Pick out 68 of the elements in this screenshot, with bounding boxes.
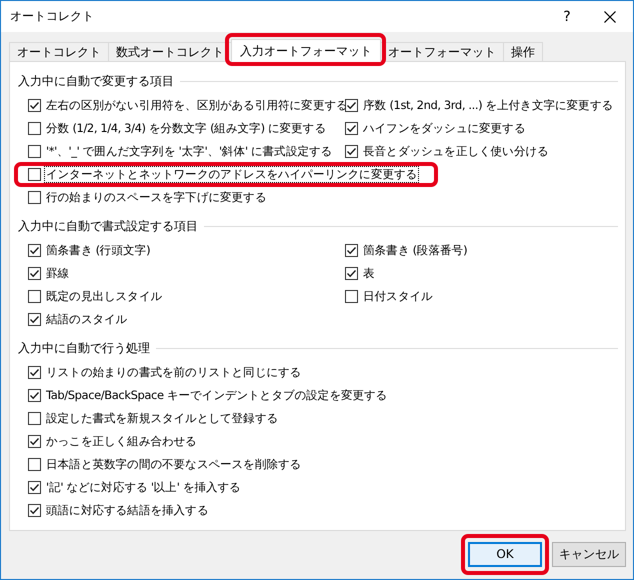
checkbox[interactable] [28,244,41,257]
checkbox[interactable] [28,168,41,181]
checkbox-option[interactable]: 日付スタイル [345,289,434,304]
checkbox-option[interactable]: 頭語に対応する結語を挿入する [28,503,210,518]
checkbox-option[interactable]: '記' などに対応する '以上' を挿入する [28,480,242,495]
checkbox[interactable] [28,122,41,135]
checkbox-option[interactable]: 日本語と英数字の間の不要なスペースを削除する [28,457,302,472]
check-icon [346,268,357,279]
close-icon [604,10,616,22]
checkbox-option[interactable]: インターネットとネットワークのアドレスをハイパーリンクに変更する [28,167,418,182]
tab[interactable]: 操作 [503,42,543,62]
help-button[interactable]: ? [547,2,587,32]
group-title: 入力中に自動で行う処理 [18,340,150,356]
check-icon [346,245,357,256]
checkbox-option[interactable]: 長音とダッシュを正しく使い分ける [345,144,550,159]
group-title: 入力中に自動で書式設定する項目 [18,218,198,234]
checkbox-option[interactable]: 結語のスタイル [28,312,128,327]
tab[interactable]: オートコレクト [9,42,109,62]
checkbox-option[interactable]: リストの始まりの書式を前のリストと同じにする [28,365,302,380]
cancel-button[interactable]: キャンセル [552,542,626,566]
checkbox-option[interactable]: 設定した書式を新規スタイルとして登録する [28,411,280,426]
check-icon [29,245,40,256]
check-icon [29,268,40,279]
checkbox-option[interactable]: 罫線 [28,266,70,281]
ok-button[interactable]: OK [468,542,542,566]
window-title: オートコレクト [10,8,95,25]
checkbox-option[interactable]: 表 [345,266,376,281]
checkbox[interactable] [345,145,358,158]
checkbox-option[interactable]: かっこを正しく組み合わせる [28,434,198,449]
check-icon [29,436,40,447]
checkbox[interactable] [28,435,41,448]
check-icon [29,314,40,325]
checkbox[interactable] [28,389,41,402]
checkbox[interactable] [345,290,358,303]
checkbox-option[interactable]: 行の始まりのスペースを字下げに変更する [28,190,268,205]
check-icon [29,505,40,516]
check-icon [29,367,40,378]
checkbox-option[interactable]: 既定の見出しスタイル [28,289,164,304]
checkbox[interactable] [345,99,358,112]
check-icon [29,100,40,111]
checkbox-option[interactable]: ハイフンをダッシュに変更する [345,121,526,136]
check-icon [346,100,357,111]
tab[interactable]: 入力オートフォーマット [231,39,381,62]
check-icon [29,390,40,401]
checkbox-option[interactable]: Tab/Space/BackSpace キーでインデントとタブの設定を変更する [28,388,388,403]
checkbox[interactable] [28,366,41,379]
checkbox[interactable] [28,99,41,112]
checkbox[interactable] [345,267,358,280]
checkbox[interactable] [28,412,41,425]
checkbox[interactable] [28,313,41,326]
checkbox[interactable] [28,267,41,280]
checkbox[interactable] [345,244,358,257]
checkbox[interactable] [28,504,41,517]
check-icon [29,482,40,493]
check-icon [346,123,357,134]
checkbox-option[interactable]: 箇条書き (段落番号) [345,243,468,258]
checkbox-option[interactable]: 箇条書き (行頭文字) [28,243,152,258]
checkbox[interactable] [28,290,41,303]
checkbox[interactable] [28,481,41,494]
checkbox-option[interactable]: 分数 (1/2, 1/4, 3/4) を分数文字 (組み文字) に変更する [28,121,327,136]
checkbox[interactable] [28,191,41,204]
checkbox[interactable] [28,458,41,471]
check-icon [346,146,357,157]
checkbox[interactable] [345,122,358,135]
group-title: 入力中に自動で変更する項目 [18,72,174,90]
checkbox-option[interactable]: '*'、'_' で囲んだ文字列を '太字'、'斜体' に書式設定する [28,144,334,159]
checkbox-option[interactable]: 序数 (1st, 2nd, 3rd, ...) を上付き文字に変更する [345,98,614,113]
checkbox[interactable] [28,145,41,158]
